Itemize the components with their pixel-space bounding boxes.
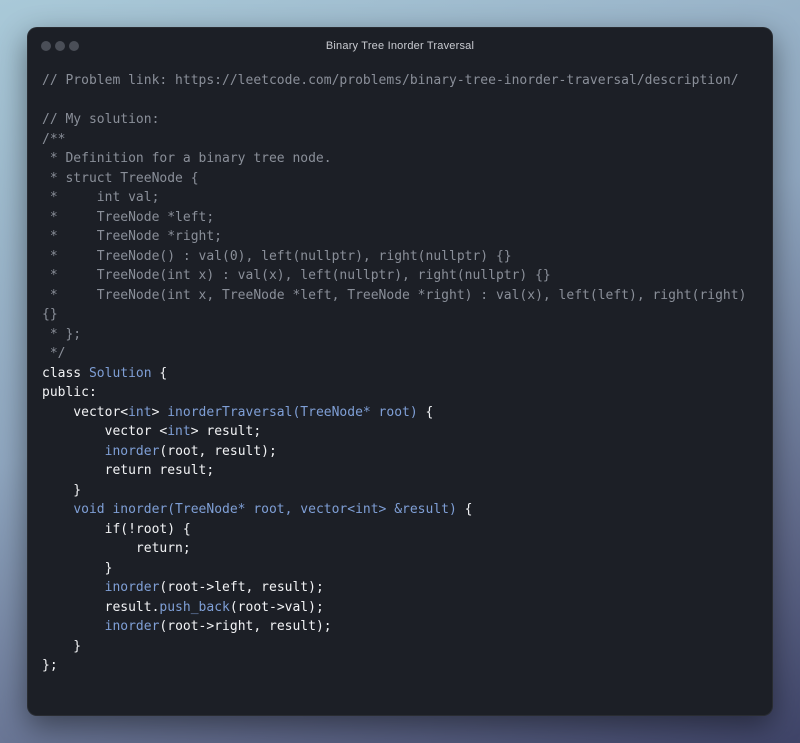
code-line: {} xyxy=(42,305,746,325)
code-token: inorder xyxy=(104,443,160,459)
code-line: } xyxy=(42,637,746,657)
code-token: * TreeNode(int x) : val(x), left(nullptr… xyxy=(42,268,551,283)
code-block: // Problem link: https://leetcode.com/pr… xyxy=(42,71,746,676)
code-token: } xyxy=(42,560,113,576)
code-token: void inorder(TreeNode* root, vector<int>… xyxy=(73,502,457,517)
code-token: public: xyxy=(42,385,97,400)
code-line: /** xyxy=(42,130,746,150)
code-line: public: xyxy=(42,383,746,403)
window-titlebar: Binary Tree Inorder Traversal xyxy=(27,27,773,67)
code-line: void inorder(TreeNode* root, vector<int>… xyxy=(42,500,746,520)
code-token: > xyxy=(151,404,168,420)
code-line: inorder(root->right, result); xyxy=(42,617,746,637)
code-token: * struct TreeNode { xyxy=(42,170,199,186)
code-line: * TreeNode *left; xyxy=(42,208,746,228)
code-line: * TreeNode() : val(0), left(nullptr), ri… xyxy=(42,247,746,267)
code-token: vector< xyxy=(42,404,129,420)
code-token: int xyxy=(167,424,191,439)
code-line: vector <int> result; xyxy=(42,422,746,442)
code-token: // Problem link: https://leetcode.com/pr… xyxy=(42,73,739,88)
code-line: * struct TreeNode { xyxy=(42,169,746,189)
code-token: int xyxy=(128,404,152,420)
code-line: } xyxy=(42,559,746,579)
code-token: (root->left, result); xyxy=(159,580,324,595)
code-token: class xyxy=(42,365,89,381)
code-line: * Definition for a binary tree node. xyxy=(42,149,746,169)
code-token: { xyxy=(417,404,434,420)
code-token: * TreeNode *right; xyxy=(42,229,223,244)
code-token: } xyxy=(42,482,82,498)
code-token: } xyxy=(42,638,82,654)
code-token: * TreeNode(int x, TreeNode *left, TreeNo… xyxy=(42,287,747,303)
code-token: (root, result); xyxy=(159,443,277,459)
code-token: if(!root) { xyxy=(42,521,191,537)
code-line: }; xyxy=(42,656,746,676)
code-line: // My solution: xyxy=(42,110,746,130)
code-token: }; xyxy=(42,658,58,673)
code-token: return; xyxy=(42,541,191,556)
code-token: { xyxy=(151,365,168,381)
code-line: inorder(root, result); xyxy=(42,442,746,462)
code-token: (root->val); xyxy=(229,599,324,615)
code-token: */ xyxy=(42,346,66,361)
code-line: * TreeNode(int x, TreeNode *left, TreeNo… xyxy=(42,286,747,306)
code-token: push_back xyxy=(159,599,230,615)
code-line: inorder(root->left, result); xyxy=(42,578,746,598)
code-token: * Definition for a binary tree node. xyxy=(42,151,332,166)
code-token: inorder xyxy=(104,580,160,595)
code-token: * TreeNode() : val(0), left(nullptr), ri… xyxy=(42,248,512,264)
code-window: Binary Tree Inorder Traversal // Problem… xyxy=(27,27,773,716)
code-line: class Solution { xyxy=(42,364,746,384)
code-token: (root->right, result); xyxy=(159,619,332,634)
window-title: Binary Tree Inorder Traversal xyxy=(325,40,475,52)
code-token: Solution xyxy=(88,365,152,381)
code-token: * int val; xyxy=(42,190,160,205)
code-token: vector < xyxy=(42,424,168,439)
code-line: vector<int> inorderTraversal(TreeNode* r… xyxy=(42,403,746,423)
code-line: * }; xyxy=(42,325,746,345)
code-token: inorder xyxy=(104,619,160,634)
code-line: * TreeNode *right; xyxy=(42,227,746,247)
code-token: > result; xyxy=(190,424,262,439)
code-line: * int val; xyxy=(42,188,746,208)
code-token: * }; xyxy=(42,326,82,342)
code-token: { xyxy=(456,502,473,517)
code-line: */ xyxy=(42,344,746,364)
code-token: result. xyxy=(42,599,160,615)
code-line: } xyxy=(42,481,746,501)
code-token: {} xyxy=(42,307,58,322)
code-line: // Problem link: https://leetcode.com/pr… xyxy=(42,71,746,91)
code-line: * TreeNode(int x) : val(x), left(nullptr… xyxy=(42,266,746,286)
code-token: * TreeNode *left; xyxy=(42,209,215,225)
code-token: return result; xyxy=(42,463,215,478)
code-token: /** xyxy=(42,131,66,147)
code-line: result.push_back(root->val); xyxy=(42,598,746,618)
code-line: return result; xyxy=(42,461,746,481)
code-token: // My solution: xyxy=(42,112,160,127)
code-line: if(!root) { xyxy=(42,520,746,540)
code-line: return; xyxy=(42,539,746,559)
code-token: inorderTraversal(TreeNode* root) xyxy=(167,404,418,420)
